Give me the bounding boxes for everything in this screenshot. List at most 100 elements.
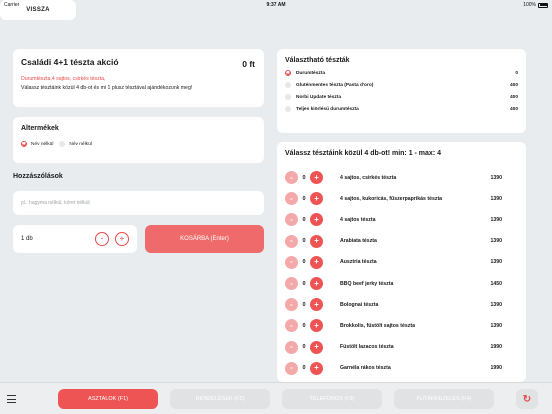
add-to-cart-button[interactable]: KOSÁRBA (Enter) xyxy=(145,225,264,253)
pasta-type-option[interactable]: Teljes kiörlésű durumtészta 400 xyxy=(285,106,518,112)
hamburger-menu-icon[interactable] xyxy=(7,395,16,403)
battery-status: 100% xyxy=(523,2,548,8)
altermek-label: Név nélkül xyxy=(69,141,92,147)
item-count: 0 xyxy=(302,301,306,308)
pasta-list-item: -0 + Füstölt lazacos tészta 1990 xyxy=(285,337,518,358)
pasta-list-item: -0 + Ausztria tészta 1390 xyxy=(285,252,518,273)
item-price: 1390 xyxy=(490,301,502,308)
increment-button[interactable]: + xyxy=(310,234,323,248)
empty-circle-icon xyxy=(285,94,291,100)
altermek-option[interactable]: Név nélkül xyxy=(59,141,92,147)
item-name: Bolognai tészta xyxy=(340,301,379,308)
pasta-type-option[interactable]: Norbi Update tészta 400 xyxy=(285,94,518,100)
altermekek-title: Altermékek xyxy=(21,125,59,132)
item-price: 1990 xyxy=(490,344,502,351)
item-name: 4 sajtos, kukoricás, fűszerpaprikás tész… xyxy=(340,195,443,202)
pasta-type-name: Durumtészta xyxy=(296,70,326,76)
increment-button[interactable]: + xyxy=(310,171,323,185)
pasta-type-name: Gluténmentes tészta (Pasta d'oro) xyxy=(296,82,374,88)
increment-button[interactable]: + xyxy=(310,255,323,269)
pasta-list-card: Válassz tésztáink közül 4 db-ot! min: 1 … xyxy=(277,142,526,382)
pasta-type-price: 0 xyxy=(515,70,518,76)
item-price: 1990 xyxy=(490,365,502,372)
increment-button[interactable]: + xyxy=(310,319,323,333)
tab-telefonos[interactable]: TELEFONOS (F3) xyxy=(282,389,382,409)
item-count: 0 xyxy=(302,280,306,287)
carrier-label: Carrier xyxy=(4,2,20,8)
comments-title: Hozzászólások xyxy=(13,173,63,180)
increment-button[interactable]: + xyxy=(310,340,323,354)
empty-circle-icon xyxy=(285,82,291,88)
status-bar: Carrier 9:37 AM 100% xyxy=(0,0,552,10)
pasta-type-option[interactable]: Gluténmentes tészta (Pasta d'oro) 400 xyxy=(285,82,518,88)
altermekek-card: Altermékek Név nélkül Név nélkül xyxy=(13,117,264,163)
offer-price: 0 ft xyxy=(242,59,255,69)
item-count: 0 xyxy=(302,238,306,245)
quantity-minus-button[interactable]: - xyxy=(95,232,109,246)
item-count: 0 xyxy=(302,365,306,372)
item-name: Brokkolis, füstölt sajtos tészta xyxy=(340,322,415,329)
item-name: Ausztria tészta xyxy=(340,259,377,266)
item-name: Arabiata tészta xyxy=(340,238,377,245)
pasta-list-item: -0 +4 sajtos, kukoricás, fűszerpaprikás t… xyxy=(285,188,518,209)
item-name: 4 sajtos tészta xyxy=(340,216,376,223)
quantity-plus-button[interactable]: + xyxy=(115,232,129,246)
item-name: BBQ beef jerky tészta xyxy=(340,280,394,287)
pasta-type-name: Teljes kiörlésű durumtészta xyxy=(296,106,359,112)
decrement-button[interactable]: - xyxy=(285,171,298,185)
quantity-value: 1 db xyxy=(21,236,33,242)
decrement-button[interactable]: - xyxy=(285,319,298,333)
pasta-type-price: 400 xyxy=(509,106,518,112)
item-price: 1390 xyxy=(490,216,502,223)
item-name: Füstölt lazacos tészta xyxy=(340,344,394,351)
increment-button[interactable]: + xyxy=(310,361,323,375)
decrement-button[interactable]: - xyxy=(285,340,298,354)
item-price: 1390 xyxy=(490,259,502,266)
decrement-button[interactable]: - xyxy=(285,361,298,375)
comment-input[interactable]: pl.: hagyma nélkül, köret nélkül xyxy=(13,191,264,215)
check-circle-icon xyxy=(285,70,291,76)
pasta-list-item: -0 + Brokkolis, füstölt sajtos tészta 1390 xyxy=(285,315,518,336)
item-name: Garnéla rákos tészta xyxy=(340,365,391,372)
altermek-option[interactable]: Név nélkül xyxy=(21,141,53,147)
pasta-type-title: Választható tészták xyxy=(285,57,350,64)
refresh-button[interactable]: ↻ xyxy=(516,389,538,409)
item-count: 0 xyxy=(302,344,306,351)
item-count: 0 xyxy=(302,322,306,329)
offer-description: Válassz tésztáink közül 4 db-ot és mi 1 … xyxy=(21,85,193,91)
tab-futarkezeles[interactable]: FUTÁRKEZELÉS (F4) xyxy=(394,389,494,409)
check-circle-icon xyxy=(21,141,27,147)
pasta-list-title: Válassz tésztáink közül 4 db-ot! min: 1 … xyxy=(285,150,441,157)
increment-button[interactable]: + xyxy=(310,298,323,312)
item-price: 1390 xyxy=(490,195,502,202)
pasta-list-item: -0 + Arabiata tészta 1390 xyxy=(285,231,518,252)
refresh-icon: ↻ xyxy=(522,393,532,405)
quantity-stepper: 1 db - + xyxy=(13,225,137,253)
increment-button[interactable]: + xyxy=(310,192,323,206)
increment-button[interactable]: + xyxy=(310,213,323,227)
empty-circle-icon xyxy=(285,106,291,112)
offer-title: Családi 4+1 tészta akció xyxy=(21,57,119,67)
decrement-button[interactable]: - xyxy=(285,213,298,227)
pasta-list: -0 +4 sajtos, csirkés tészta 1390-0 +4 sajt… xyxy=(285,167,518,379)
decrement-button[interactable]: - xyxy=(285,298,298,312)
item-price: 1390 xyxy=(490,322,502,329)
pasta-type-card: Választható tészták Durumtészta 0 Glutén… xyxy=(277,49,526,133)
decrement-button[interactable]: - xyxy=(285,234,298,248)
battery-icon xyxy=(538,2,548,8)
clock: 9:37 AM xyxy=(266,2,286,8)
decrement-button[interactable]: - xyxy=(285,277,298,291)
offer-selected-items: Durumtészta,4 sajtos, csirkés tészta, xyxy=(21,76,106,82)
pasta-list-item: -0 + Bolognai tészta 1390 xyxy=(285,294,518,315)
tab-asztalok[interactable]: ASZTALOK (F1) xyxy=(58,389,158,409)
pasta-type-price: 400 xyxy=(509,94,518,100)
pasta-type-price: 400 xyxy=(509,82,518,88)
increment-button[interactable]: + xyxy=(310,277,323,291)
pasta-list-item: -0 +4 sajtos tészta 1390 xyxy=(285,209,518,230)
item-count: 0 xyxy=(302,259,306,266)
pasta-type-option[interactable]: Durumtészta 0 xyxy=(285,70,518,76)
decrement-button[interactable]: - xyxy=(285,192,298,206)
tab-rendelesek[interactable]: RENDELÉSEK (F2) xyxy=(170,389,270,409)
battery-percent: 100% xyxy=(523,2,536,8)
decrement-button[interactable]: - xyxy=(285,255,298,269)
